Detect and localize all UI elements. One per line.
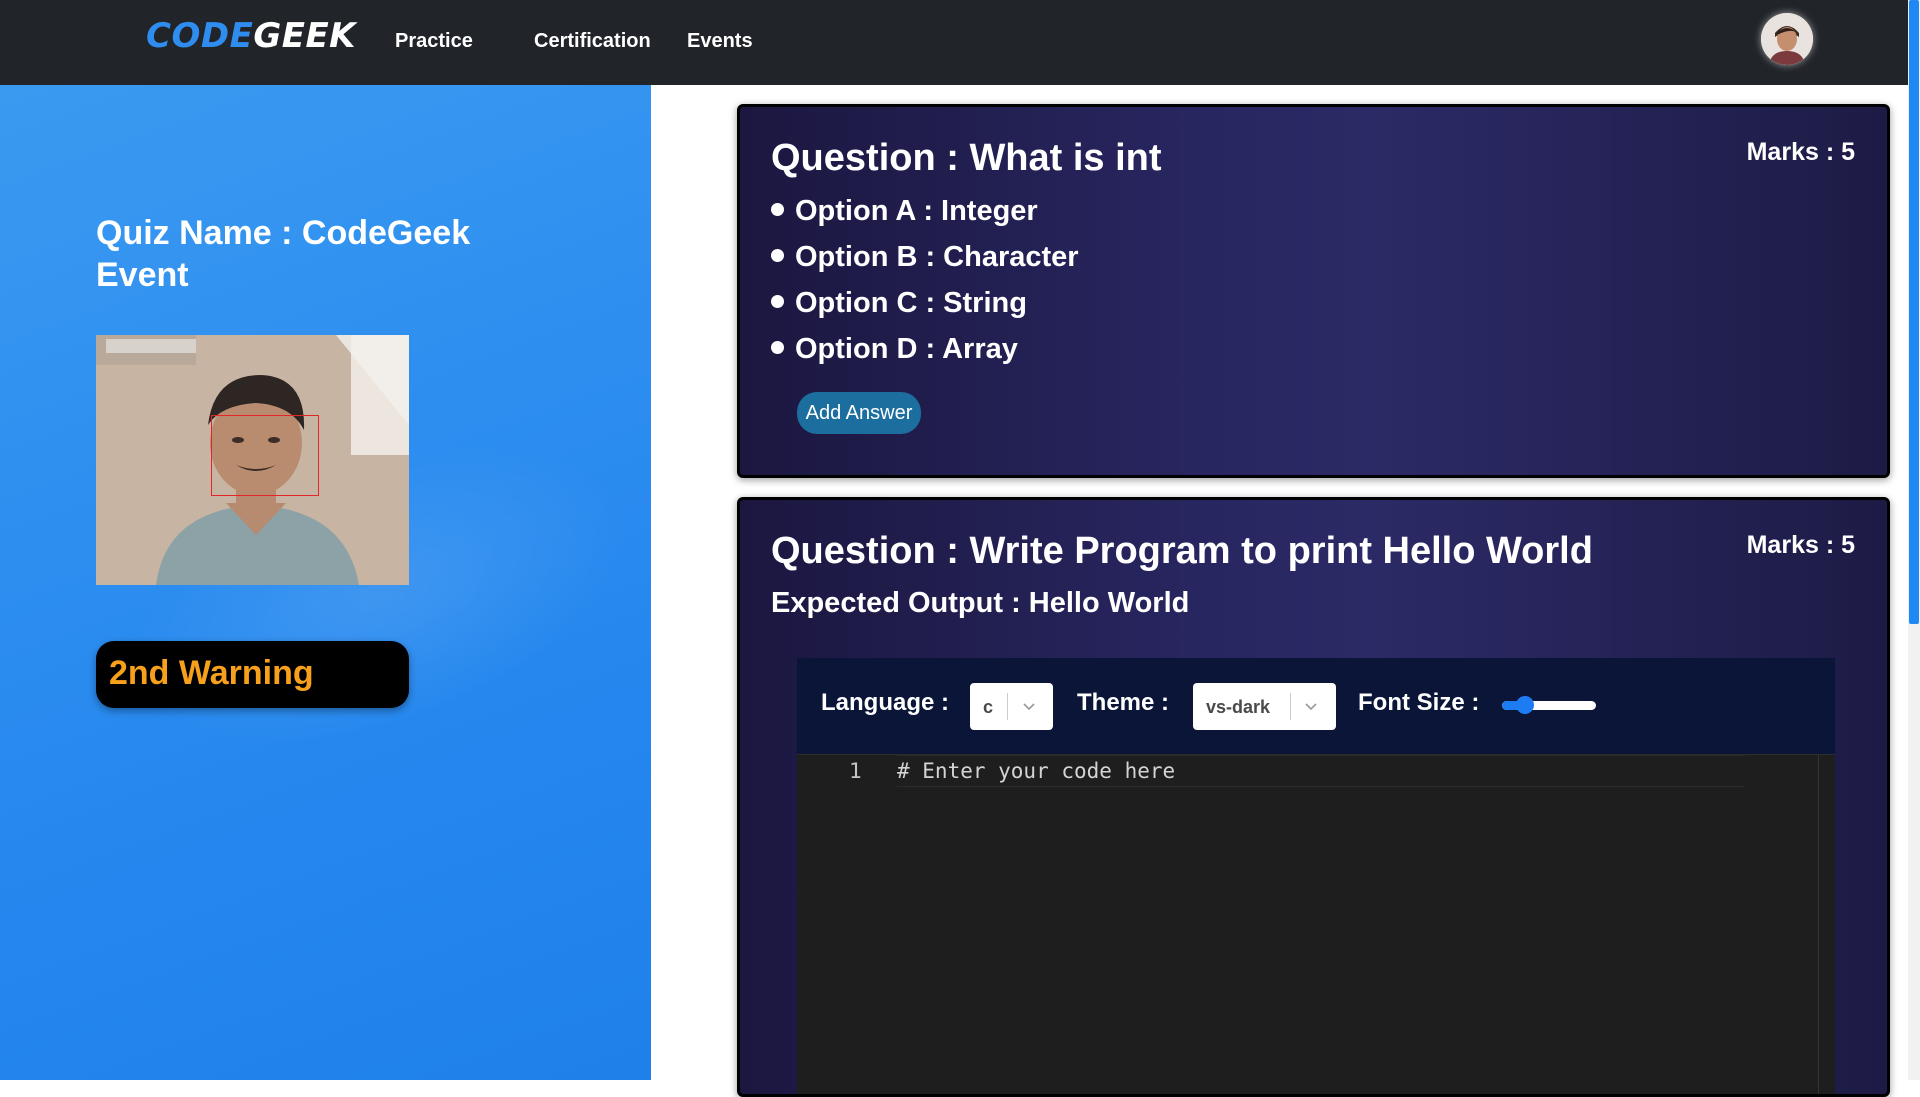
user-avatar-icon[interactable]	[1761, 13, 1813, 65]
editor-scrollbar[interactable]	[1818, 755, 1819, 1094]
option-c[interactable]: Option C : String	[771, 287, 1027, 320]
theme-value: vs-dark	[1206, 697, 1271, 717]
brand-geek-text: GEEK	[253, 16, 357, 56]
option-c-label: Option C : String	[795, 287, 1027, 319]
option-b[interactable]: Option B : Character	[771, 241, 1079, 274]
option-a-label: Option A : Integer	[795, 195, 1038, 227]
webcam-feed	[96, 335, 409, 585]
question-title: Question : What is int	[771, 137, 1162, 179]
select-separator	[1290, 693, 1291, 720]
nav-practice-link[interactable]: Practice	[395, 30, 473, 53]
quiz-name-heading: Quiz Name : CodeGeek Event	[96, 214, 471, 294]
bullet-icon	[771, 340, 784, 354]
option-a[interactable]: Option A : Integer	[771, 195, 1038, 228]
language-label: Language :	[821, 689, 950, 716]
select-separator	[1007, 693, 1008, 720]
slider-thumb[interactable]	[1515, 696, 1534, 714]
theme-label: Theme :	[1077, 689, 1170, 716]
language-value: c	[983, 697, 994, 717]
option-b-label: Option B : Character	[795, 241, 1079, 273]
brand-code-text: CODE	[146, 16, 254, 56]
warning-badge: 2nd Warning	[96, 641, 409, 708]
face-detection-box	[211, 415, 319, 496]
nav-events-link[interactable]: Events	[687, 30, 753, 53]
theme-select[interactable]: vs-dark	[1193, 683, 1336, 730]
language-select[interactable]: c	[970, 683, 1053, 730]
avatar-portrait-icon	[1761, 13, 1813, 65]
quiz-sidebar: Quiz Name : CodeGeek Event 2nd Warning	[0, 85, 651, 1080]
nav-certification-link[interactable]: Certification	[534, 30, 651, 53]
question-marks: Marks : 5	[1746, 138, 1855, 166]
top-navbar: CODEGEEK Practice Certification Events	[0, 0, 1908, 85]
font-size-label: Font Size :	[1358, 689, 1480, 716]
code-editor[interactable]: 1 # Enter your code here	[797, 754, 1835, 1094]
question-marks: Marks : 5	[1746, 531, 1855, 559]
bullet-icon	[771, 202, 784, 216]
option-d-label: Option D : Array	[795, 333, 1018, 365]
question-card-mcq: Question : What is int Marks : 5 Option …	[737, 104, 1890, 478]
warning-text: 2nd Warning	[109, 654, 314, 692]
bullet-icon	[771, 248, 784, 262]
question-title: Question : Write Program to print Hello …	[771, 530, 1593, 572]
bullet-icon	[771, 294, 784, 308]
expected-output: Expected Output : Hello World	[771, 587, 1190, 619]
add-answer-button[interactable]: Add Answer	[797, 392, 921, 434]
font-size-slider[interactable]	[1502, 696, 1596, 714]
option-d[interactable]: Option D : Array	[771, 333, 1018, 366]
code-line[interactable]: # Enter your code here	[897, 759, 1175, 783]
question-card-code: Question : Write Program to print Hello …	[737, 497, 1890, 1097]
chevron-down-icon	[1019, 693, 1039, 720]
editor-toolbar: Language : c Theme : vs-dark Font Size :	[797, 658, 1835, 754]
line-number: 1	[849, 759, 862, 783]
chevron-down-icon	[1301, 693, 1321, 720]
brand-logo[interactable]: CODEGEEK	[146, 16, 356, 56]
page-scrollbar-thumb[interactable]	[1909, 0, 1919, 624]
